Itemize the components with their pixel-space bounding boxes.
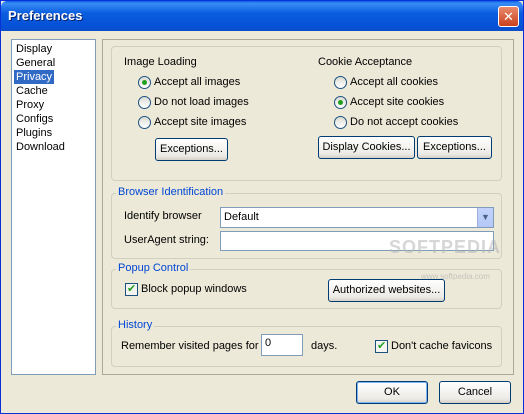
window-title: Preferences	[8, 8, 83, 23]
history-group: Remember visited pages for 0 days. Don't…	[111, 326, 502, 367]
days-unit-label: days.	[311, 340, 338, 352]
dont-cache-favicons-checkbox[interactable]: Don't cache favicons	[375, 339, 495, 354]
checkbox-checked[interactable]	[125, 282, 138, 296]
nav-item-cache[interactable]: Cache	[14, 84, 93, 98]
remember-pages-label: Remember visited pages for	[121, 340, 259, 352]
radio-accept-all-cookies[interactable]: Accept all cookies	[334, 75, 454, 89]
radio-accept-site-cookies[interactable]: Accept site cookies	[334, 95, 454, 109]
radio-label: Accept site cookies	[350, 96, 445, 108]
nav-item-download[interactable]: Download	[14, 140, 93, 154]
popup-control-title: Popup Control	[116, 262, 191, 274]
image-exceptions-button[interactable]: Exceptions...	[155, 138, 228, 161]
dialog-content: Display General Privacy Cache Proxy Conf…	[1, 31, 523, 413]
category-list[interactable]: Display General Privacy Cache Proxy Conf…	[11, 39, 96, 375]
preferences-window: Preferences ✕ Display General Privacy Ca…	[0, 0, 524, 414]
image-loading-heading: Image Loading	[124, 56, 197, 68]
nav-item-privacy[interactable]: Privacy	[14, 70, 54, 84]
block-popups-checkbox[interactable]: Block popup windows	[125, 282, 250, 297]
radio-do-not-load-images[interactable]: Do not load images	[138, 95, 258, 109]
radio-accept-all-images[interactable]: Accept all images	[138, 75, 258, 89]
useragent-label: UserAgent string:	[124, 234, 209, 246]
checkbox-label: Don't cache favicons	[391, 340, 493, 352]
radio-button-selected[interactable]	[334, 96, 347, 109]
identify-browser-select[interactable]: Default ▼	[220, 207, 494, 228]
nav-item-display[interactable]: Display	[14, 42, 93, 56]
nav-item-configs[interactable]: Configs	[14, 112, 93, 126]
dropdown-arrow-icon[interactable]: ▼	[477, 208, 493, 227]
authorized-websites-button[interactable]: Authorized websites...	[328, 279, 445, 302]
checkbox-label: Block popup windows	[141, 283, 247, 295]
radio-accept-site-images[interactable]: Accept site images	[138, 115, 258, 129]
nav-item-general[interactable]: General	[14, 56, 93, 70]
display-cookies-button[interactable]: Display Cookies...	[318, 136, 415, 159]
radio-button[interactable]	[138, 96, 151, 109]
nav-item-proxy[interactable]: Proxy	[14, 98, 93, 112]
close-button[interactable]: ✕	[498, 6, 519, 27]
history-days-input[interactable]: 0	[261, 334, 303, 356]
radio-do-not-accept-cookies[interactable]: Do not accept cookies	[334, 115, 464, 129]
radio-label: Accept site images	[154, 116, 247, 128]
radio-label: Do not accept cookies	[350, 116, 459, 128]
browser-identification-title: Browser Identification	[116, 186, 226, 198]
radio-label: Accept all images	[154, 76, 241, 88]
cookie-exceptions-button[interactable]: Exceptions...	[417, 136, 492, 159]
nav-item-plugins[interactable]: Plugins	[14, 126, 93, 140]
radio-label: Accept all cookies	[350, 76, 439, 88]
softpedia-watermark-url: www.softpedia.com	[421, 272, 490, 281]
images-cookies-group: Image Loading Accept all images Do not l…	[111, 46, 502, 181]
radio-button-selected[interactable]	[138, 76, 151, 89]
radio-label: Do not load images	[154, 96, 249, 108]
radio-button[interactable]	[334, 76, 347, 89]
cookie-acceptance-heading: Cookie Acceptance	[318, 56, 413, 68]
cancel-button[interactable]: Cancel	[439, 381, 511, 404]
title-bar[interactable]: Preferences ✕	[1, 1, 523, 31]
ok-button[interactable]: OK	[356, 381, 428, 404]
history-title: History	[116, 319, 155, 331]
identify-browser-value: Default	[224, 211, 259, 223]
radio-button[interactable]	[138, 116, 151, 129]
softpedia-watermark: SOFTPEDIA	[389, 237, 502, 257]
checkbox-checked[interactable]	[375, 339, 388, 353]
radio-button[interactable]	[334, 116, 347, 129]
identify-browser-label: Identify browser	[124, 210, 202, 222]
privacy-panel: Image Loading Accept all images Do not l…	[102, 39, 514, 375]
